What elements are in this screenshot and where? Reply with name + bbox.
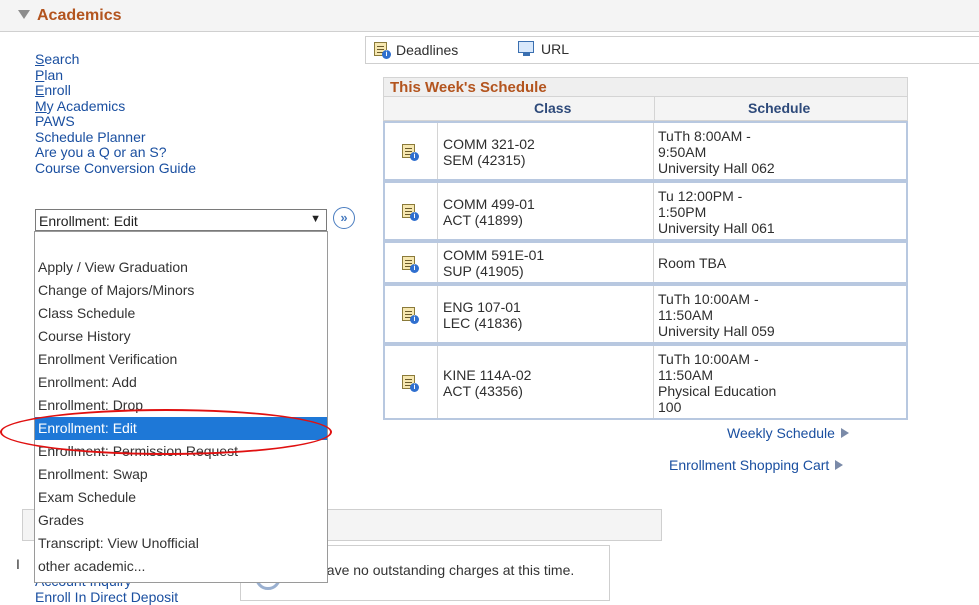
dropdown-option[interactable]: Course History [35,325,327,348]
academic-actions-dropdown: Apply / View Graduation Change of Majors… [34,231,328,583]
academics-section-header[interactable]: Academics [0,0,979,32]
dropdown-option[interactable]: Exam Schedule [35,486,327,509]
collapse-triangle-icon[interactable] [18,10,30,19]
dropdown-option[interactable]: other academic... [35,555,327,578]
class-details-icon[interactable]: i [401,255,419,273]
nav-link-my-academics[interactable]: My Academics [35,98,196,115]
schedule-title-bar: This Week's Schedule [383,77,908,97]
class-details-icon[interactable]: i [401,374,419,392]
col-schedule-header: Schedule [748,100,811,116]
finances-message: have no outstanding charges at this time… [319,562,575,578]
weekly-schedule-link[interactable]: Weekly Schedule [727,425,849,441]
nav-link-schedule-planner[interactable]: Schedule Planner [35,129,196,146]
schedule-table-header: Class Schedule [383,97,908,121]
nav-link-plan[interactable]: Plan [35,67,196,84]
nav-link-enroll[interactable]: Enroll [35,82,196,99]
dropdown-option[interactable]: Apply / View Graduation [35,256,327,279]
table-row: i COMM 591E-01 SUP (41905) Room TBA [383,241,908,284]
dropdown-option[interactable]: Enrollment Verification [35,348,327,371]
url-link[interactable]: URL [518,41,569,57]
nav-link-q-or-s[interactable]: Are you a Q or an S? [35,144,196,161]
calendar-info-icon: i [373,41,391,59]
class-details-icon[interactable]: i [401,203,419,221]
enrollment-cart-link[interactable]: Enrollment Shopping Cart [669,457,844,473]
class-details-icon[interactable]: i [401,306,419,324]
go-button[interactable]: » [333,207,355,229]
arrow-right-icon [835,460,844,470]
finances-label-fragment: I [16,556,20,572]
academics-toolbar: i Deadlines URL [365,36,979,64]
schedule-title: This Week's Schedule [390,79,547,96]
table-row: i COMM 499-01 ACT (41899) Tu 12:00PM -1:5… [383,181,908,241]
dropdown-option[interactable]: Change of Majors/Minors [35,279,327,302]
red-highlight-ellipse [0,409,332,455]
nav-link-paws[interactable]: PAWS [35,113,196,130]
nav-link-search[interactable]: Search [35,51,196,68]
nav-link-course-conversion[interactable]: Course Conversion Guide [35,160,196,177]
table-row: i COMM 321-02 SEM (42315) TuTh 8:00AM -9:… [383,121,908,181]
monitor-icon [518,41,536,57]
arrow-right-icon [840,428,849,438]
dropdown-option[interactable]: Class Schedule [35,302,327,325]
select-value: Enrollment: Edit [39,213,138,229]
deadlines-link[interactable]: i Deadlines [373,41,458,59]
dropdown-option[interactable]: Grades [35,509,327,532]
class-details-icon[interactable]: i [401,143,419,161]
dropdown-option[interactable]: Transcript: View Unofficial [35,532,327,555]
dropdown-option[interactable]: Enrollment: Swap [35,463,327,486]
table-row: i ENG 107-01 LEC (41836) TuTh 10:00AM -11… [383,284,908,344]
academic-actions-select[interactable]: Enrollment: Edit ▼ [35,209,327,231]
academics-nav-links: Search Plan Enroll My Academics PAWS Sch… [35,51,196,177]
table-row: i KINE 114A-02 ACT (43356) TuTh 10:00AM -… [383,344,908,420]
col-class-header: Class [534,100,572,116]
dropdown-caret-icon: ▼ [310,213,321,225]
direct-deposit-link[interactable]: Enroll In Direct Deposit [35,589,178,605]
section-title: Academics [37,7,122,24]
dropdown-option[interactable]: Enrollment: Add [35,371,327,394]
